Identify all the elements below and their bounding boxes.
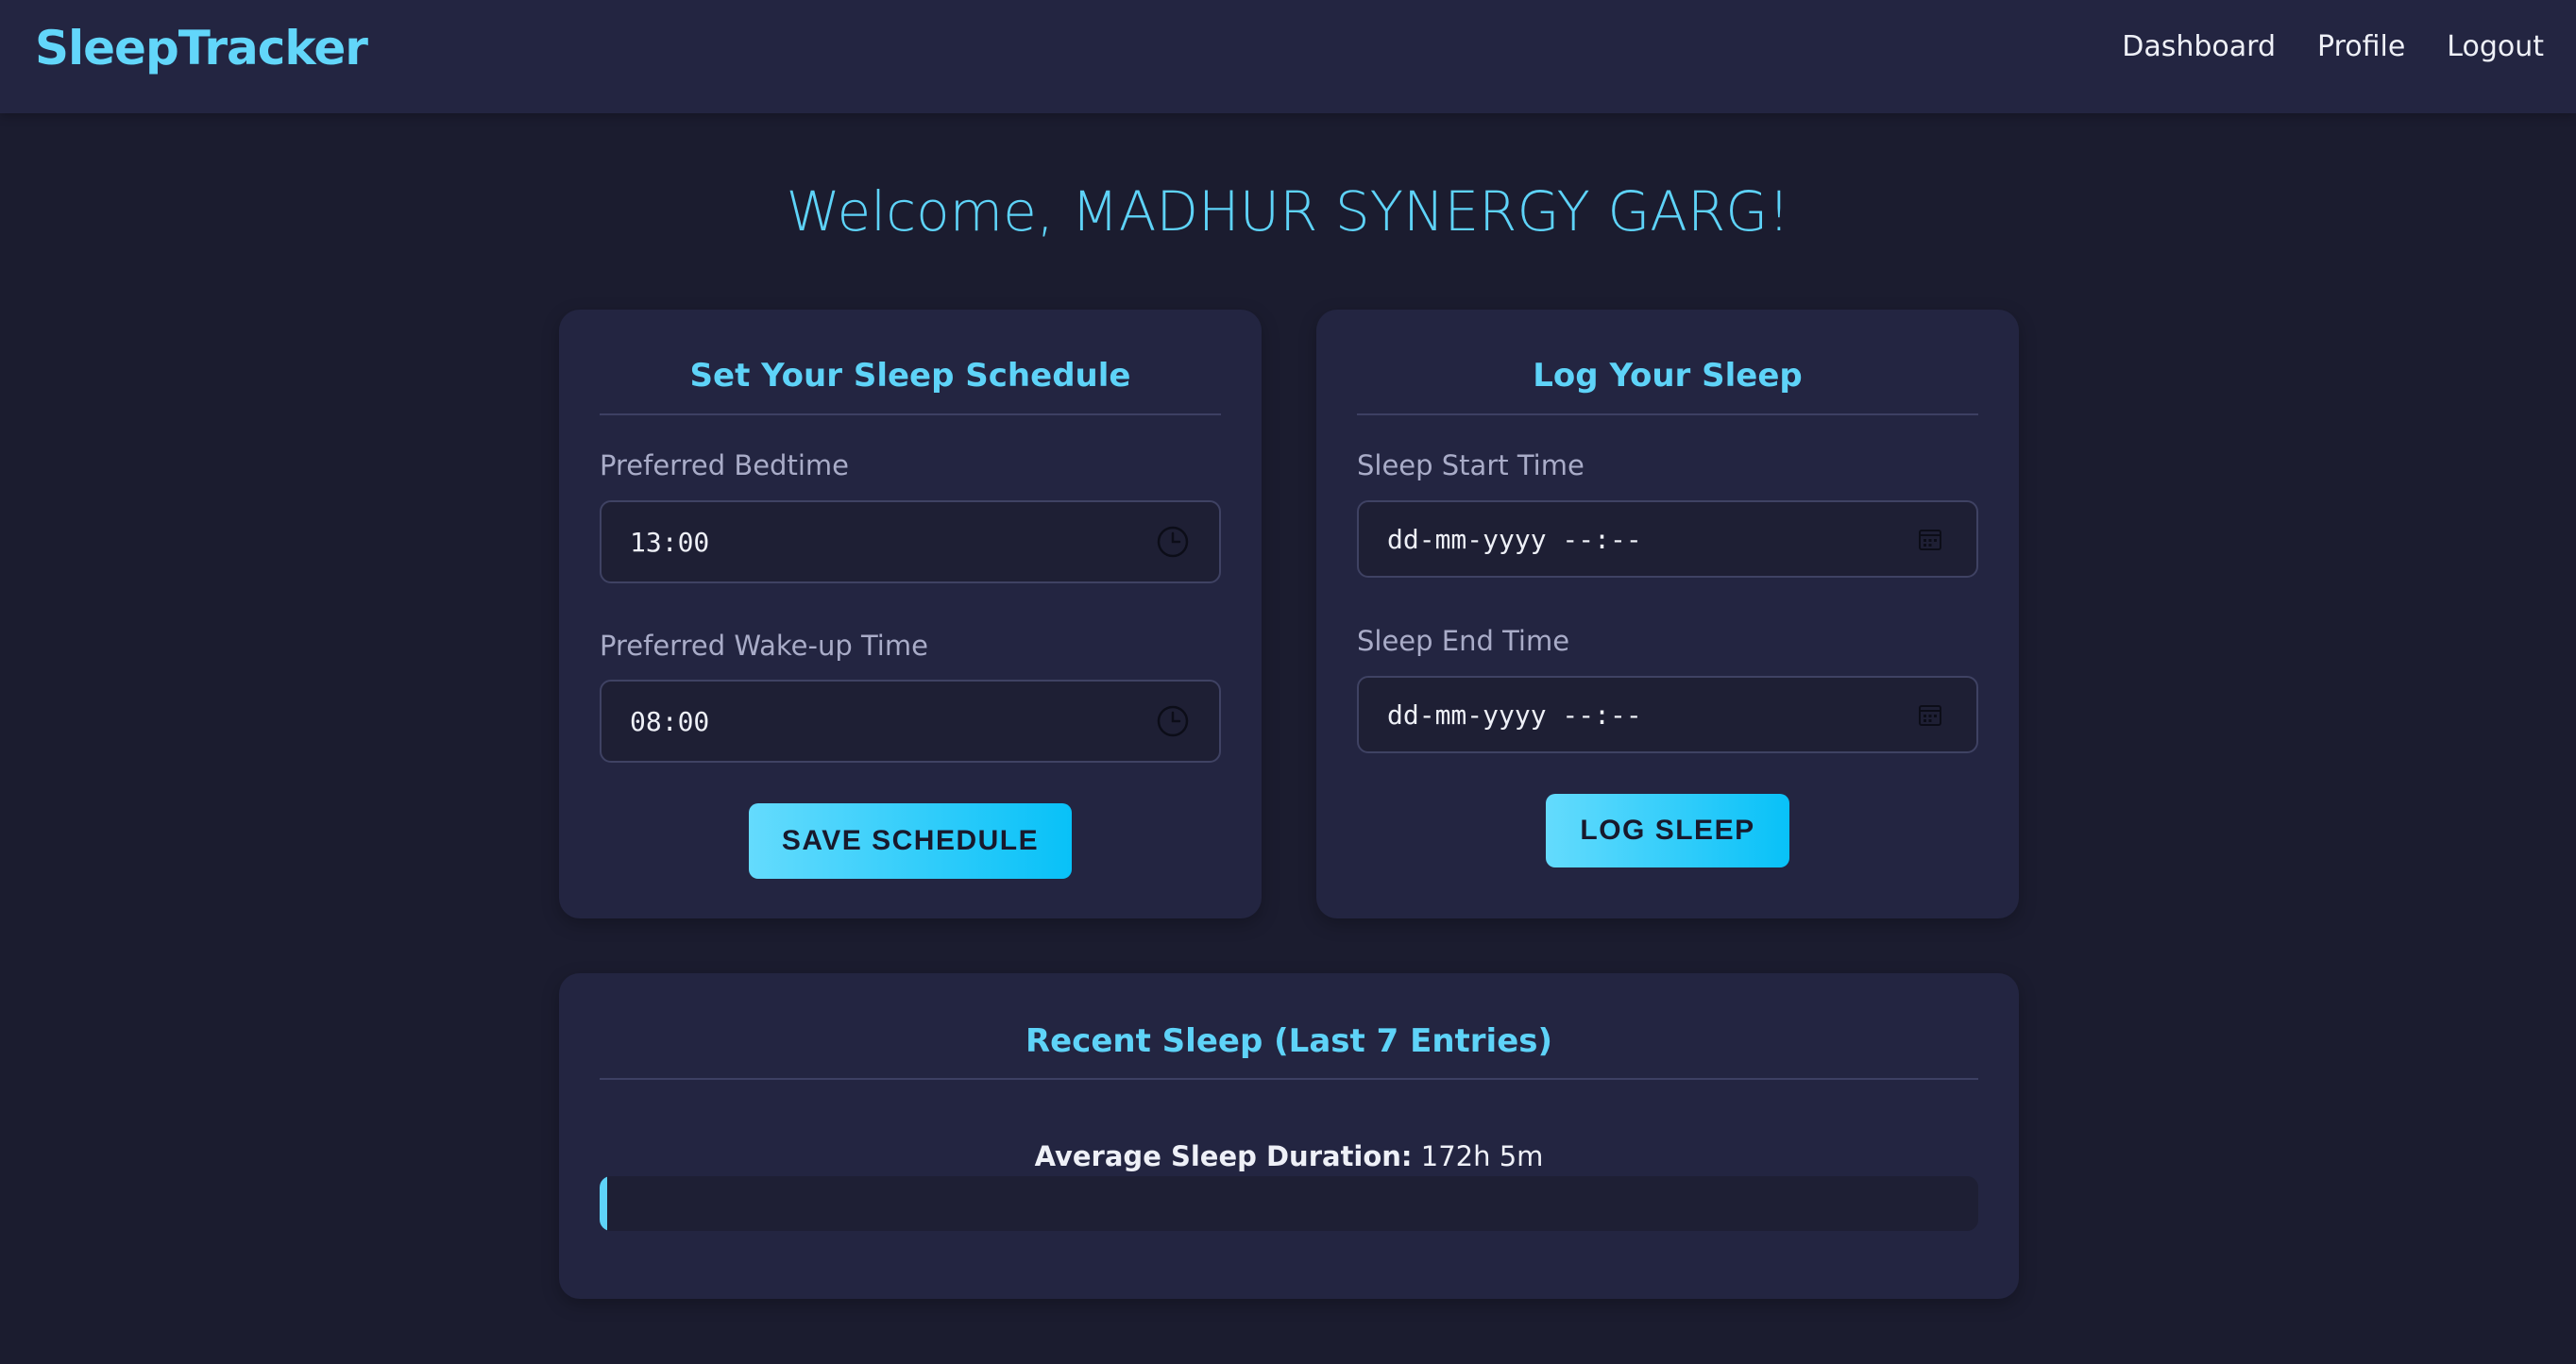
log-card-title: Log Your Sleep [1533, 357, 1803, 395]
average-sleep-summary: Average Sleep Duration: 172h 5m [559, 1140, 2019, 1172]
schedule-card-title: Set Your Sleep Schedule [689, 357, 1131, 395]
nav-dashboard-link[interactable]: Dashboard [2122, 30, 2276, 63]
bedtime-input[interactable]: 13:00 [600, 500, 1221, 583]
recent-sleep-card: Recent Sleep (Last 7 Entries) Average Sl… [559, 973, 2019, 1299]
nav-profile-link[interactable]: Profile [2317, 30, 2405, 63]
recent-divider [600, 1078, 1978, 1080]
sleep-end-value: dd-mm-yyyy --:-- [1387, 699, 1642, 731]
sleep-end-input[interactable]: dd-mm-yyyy --:-- [1357, 676, 1978, 753]
sleep-start-label: Sleep Start Time [1357, 449, 1585, 481]
bedtime-label: Preferred Bedtime [600, 449, 849, 481]
clock-icon[interactable] [1155, 524, 1191, 560]
calendar-icon[interactable] [1912, 521, 1948, 557]
save-schedule-button[interactable]: SAVE SCHEDULE [749, 803, 1072, 879]
average-sleep-label: Average Sleep Duration: [1034, 1140, 1413, 1172]
sleep-entries-list [600, 1176, 1978, 1231]
brand-logo[interactable]: SleepTracker [35, 21, 368, 76]
wakeup-label: Preferred Wake-up Time [600, 630, 928, 662]
average-sleep-value: 172h 5m [1420, 1140, 1544, 1172]
sleep-schedule-card: Set Your Sleep Schedule Preferred Bedtim… [559, 310, 1262, 918]
recent-card-title: Recent Sleep (Last 7 Entries) [1025, 1022, 1553, 1060]
sleep-end-label: Sleep End Time [1357, 625, 1570, 657]
wakeup-value: 08:00 [630, 705, 710, 737]
log-sleep-card: Log Your Sleep Sleep Start Time dd-mm-yy… [1316, 310, 2019, 918]
welcome-heading: Welcome, MADHUR SYNERGY GARG! [786, 179, 1790, 244]
wakeup-input[interactable]: 08:00 [600, 680, 1221, 763]
clock-icon[interactable] [1155, 703, 1191, 739]
sleep-start-value: dd-mm-yyyy --:-- [1387, 523, 1642, 555]
calendar-icon[interactable] [1912, 697, 1948, 733]
nav-links: Dashboard Profile Logout [2122, 30, 2544, 63]
bedtime-value: 13:00 [630, 526, 710, 558]
top-navbar: SleepTracker Dashboard Profile Logout [0, 0, 2576, 113]
entries-accent-bar [600, 1176, 607, 1231]
log-divider [1357, 413, 1978, 415]
sleep-start-input[interactable]: dd-mm-yyyy --:-- [1357, 500, 1978, 578]
log-sleep-button[interactable]: LOG SLEEP [1546, 794, 1789, 867]
schedule-divider [600, 413, 1221, 415]
nav-logout-link[interactable]: Logout [2447, 30, 2544, 63]
